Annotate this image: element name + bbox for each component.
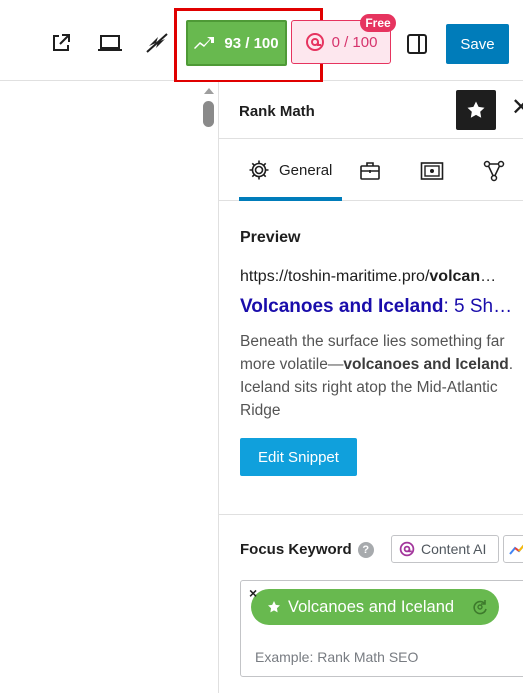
content-ai-label: Content AI — [421, 541, 487, 557]
content-ai-score-value: 0 / 100 — [331, 33, 378, 51]
primary-star-icon — [268, 601, 280, 613]
external-link-icon[interactable] — [46, 28, 76, 58]
focus-keyword-label: Focus Keyword ? — [240, 541, 374, 558]
content-ai-icon — [305, 33, 324, 51]
keyword-text: Volcanoes and Iceland — [288, 597, 455, 616]
tab-social[interactable] — [481, 158, 507, 184]
refresh-icon[interactable] — [471, 598, 489, 616]
remove-keyword-icon[interactable]: × — [249, 585, 257, 601]
content-ai-small-icon — [399, 541, 415, 557]
briefcase-icon — [360, 162, 380, 180]
performance-bolt-icon[interactable] — [143, 28, 173, 58]
rank-math-sidebar: Rank Math ✕ General Preview https://tosh… — [218, 82, 523, 693]
star-icon — [467, 101, 485, 118]
preview-description: Beneath the surface lies something far m… — [240, 330, 523, 422]
save-button[interactable]: Save — [446, 24, 509, 64]
tab-general[interactable]: General — [239, 139, 342, 201]
preview-url: https://toshin-maritime.pro/volcan… — [240, 268, 523, 286]
score-value: 93 / 100 — [224, 34, 279, 52]
desc-keyword: volcanoes and Iceland — [343, 356, 509, 373]
free-badge: Free — [360, 14, 396, 32]
rank-math-logo-icon — [194, 37, 215, 49]
share-nodes-icon — [483, 160, 505, 182]
title-rest: : 5 Sh… — [443, 296, 513, 317]
rank-math-score-button[interactable]: 93 / 100 — [186, 20, 287, 66]
google-trends-button[interactable] — [503, 535, 523, 563]
tab-advanced[interactable] — [357, 158, 383, 184]
content-ai-button[interactable]: Content AI — [391, 535, 499, 563]
close-icon[interactable]: ✕ — [511, 96, 523, 120]
schema-card-icon — [420, 162, 444, 180]
snippet-preview-section: Preview https://toshin-maritime.pro/volc… — [219, 201, 523, 515]
edit-snippet-button[interactable]: Edit Snippet — [240, 438, 357, 476]
sidebar-header: Rank Math ✕ — [219, 82, 523, 139]
scroll-thumb[interactable] — [203, 101, 214, 127]
keyword-tag[interactable]: Volcanoes and Iceland — [251, 589, 499, 625]
focus-keyword-text: Focus Keyword — [240, 541, 352, 558]
url-keyword: volcan — [429, 268, 481, 285]
gear-icon — [249, 160, 269, 180]
url-prefix: https://toshin-maritime.pro/ — [240, 268, 430, 285]
preview-title: Volcanoes and Iceland: 5 Sh… — [240, 296, 523, 318]
help-icon[interactable]: ? — [357, 541, 374, 558]
sidebar-toggle-icon[interactable] — [402, 29, 432, 59]
tab-schema[interactable] — [419, 158, 445, 184]
url-ellipsis: … — [480, 268, 497, 285]
preview-heading: Preview — [240, 229, 301, 246]
sidebar-title: Rank Math — [239, 103, 315, 120]
keyword-placeholder: Example: Rank Math SEO — [255, 649, 419, 665]
title-keyword: Volcanoes and Iceland — [240, 296, 444, 317]
canvas-scrollbar[interactable] — [200, 82, 218, 693]
focus-keyword-input[interactable]: Volcanoes and Iceland × Example: Rank Ma… — [240, 580, 523, 677]
editor-canvas[interactable] — [0, 82, 218, 693]
pin-star-button[interactable] — [456, 90, 496, 130]
scroll-up-arrow-icon[interactable] — [204, 88, 214, 94]
sidebar-tabs: General — [219, 139, 523, 201]
trends-chart-icon — [509, 544, 523, 555]
desktop-preview-icon[interactable] — [95, 28, 125, 58]
tab-general-label: General — [279, 161, 333, 179]
